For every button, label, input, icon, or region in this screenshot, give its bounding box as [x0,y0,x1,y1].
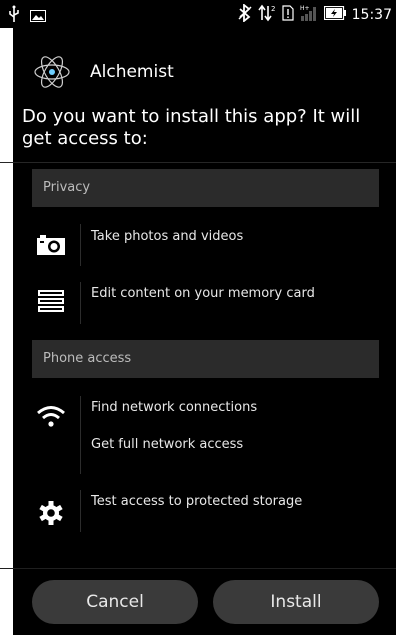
section-header-privacy: Privacy [32,169,379,207]
svg-text:H+: H+ [300,5,310,12]
battery-icon [323,5,346,24]
permission-full-network: Get full network access [91,437,244,452]
divider [0,568,396,569]
permission-memory-card: Edit content on your memory card [91,286,315,301]
signal-icon: H+ [300,4,318,26]
permission-separator [80,396,81,474]
permission-separator [80,490,81,532]
gear-icon [34,499,68,527]
data-transfer-icon: 2 [258,4,276,26]
permission-protected-storage: Test access to protected storage [91,494,303,509]
status-time: 15:37 [351,7,392,23]
sim-alert-icon [282,5,294,25]
atom-icon [32,52,72,92]
usb-icon [8,5,20,27]
install-question: Do you want to install this app? It will… [22,106,361,149]
permission-find-network: Find network connections [91,400,258,415]
svg-text:2: 2 [271,5,275,13]
permission-separator [80,282,81,324]
memory-card-icon [34,288,68,316]
wifi-icon [34,403,68,431]
image-icon [30,7,46,26]
status-bar: 2 H+ 15:37 [0,0,396,28]
camera-icon [34,230,68,258]
cancel-button[interactable]: Cancel [32,580,198,624]
permission-camera: Take photos and videos [91,229,244,244]
app-name: Alchemist [90,62,174,82]
bluetooth-icon [238,3,252,26]
divider [0,162,396,163]
section-header-phone-access: Phone access [32,340,379,378]
install-button[interactable]: Install [213,580,379,624]
app-header: Alchemist [0,30,396,102]
permission-separator [80,224,81,266]
